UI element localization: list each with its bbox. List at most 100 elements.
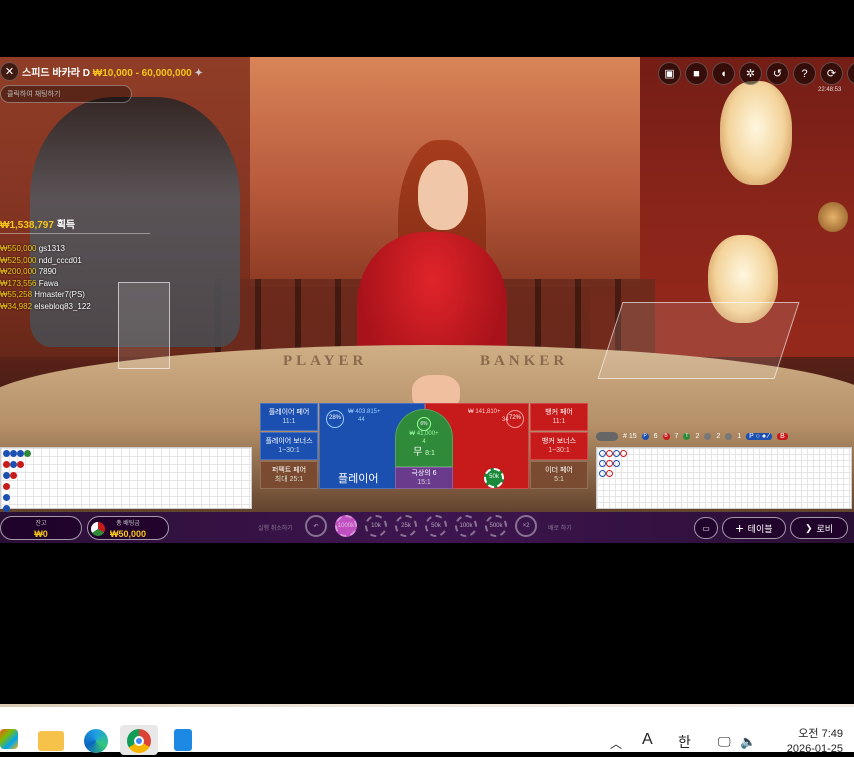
help-icon[interactable]: ? — [793, 62, 816, 85]
copilot-icon[interactable] — [0, 729, 18, 749]
folder-icon[interactable] — [38, 731, 64, 751]
big-road[interactable] — [596, 447, 852, 509]
total-bet-display: 총 배팅금 ₩50,000 — [87, 516, 169, 540]
winner-row: ₩34,982 elsebloq83_122 — [0, 301, 91, 311]
player-bettors: 44 — [358, 417, 365, 423]
bet-label: 플레이어 보너스 — [265, 437, 313, 445]
clock-date: 2026-01-25 — [786, 743, 843, 755]
winner-row: ₩550,000 gs1313 — [0, 244, 65, 253]
banker-wins: 7 — [674, 433, 679, 440]
chip-button[interactable]: 25k — [395, 515, 417, 537]
player-pair-icon — [704, 433, 712, 440]
chat-bubble-icon[interactable]: ▭ — [694, 517, 718, 539]
bet-banker-pair[interactable]: 뱅커 페어 11:1 — [530, 403, 588, 431]
tie-percent: 6% — [417, 416, 431, 431]
tie-odds: 8:1 — [425, 450, 435, 458]
bet-banker-bonus[interactable]: 뱅커 보너스 1~30:1 — [530, 432, 588, 460]
chrome-icon — [127, 729, 151, 753]
chip-button[interactable]: 100k — [455, 515, 477, 537]
banker-total: ₩ 141,810+ — [468, 409, 501, 415]
bet-super6[interactable]: 극상의 6 15:1 — [395, 467, 453, 489]
tables-label: 테이블 — [747, 523, 773, 534]
balance-value: ₩0 — [34, 529, 48, 539]
bet-perfect-pair[interactable]: 퍼펙트 페어 최대 25:1 — [260, 461, 318, 489]
winners-list: ₩550,000 gs1313 ₩525,000 ndd_cccd01 ₩200… — [0, 243, 91, 312]
medallion-icon — [818, 202, 848, 232]
plus-icon: + — [735, 520, 744, 536]
bet-either-pair[interactable]: 이더 페어 5:1 — [530, 461, 588, 489]
bet-player-pair[interactable]: 플레이어 페어 11:1 — [260, 403, 318, 431]
player-wins: 6 — [653, 433, 658, 440]
chip-button[interactable]: 1000k — [335, 515, 357, 537]
undo-label: 실행 취소하기 — [258, 526, 293, 532]
bet-label: 극상의 6 — [411, 469, 437, 477]
bet-label: 퍼펙트 페어 — [271, 466, 307, 474]
winner-row: ₩173,556 Fawa — [0, 278, 59, 288]
lobby-label: 로비 — [816, 523, 834, 534]
refresh-icon[interactable]: ⟳ — [820, 62, 843, 85]
tie-total: ₩ 41,000+ — [409, 430, 439, 437]
bet-odds: 15:1 — [417, 479, 431, 486]
sparkle-icon: ✦ — [194, 68, 203, 79]
bet-odds: 5:1 — [554, 476, 564, 483]
fullscreen-icon[interactable]: ⤢ — [847, 62, 854, 85]
player-label: 플레이어 — [338, 473, 379, 485]
input-mode[interactable]: A — [642, 731, 653, 749]
player-pairs: 2 — [716, 433, 721, 440]
balance-display: 잔고 ₩0 — [0, 516, 82, 540]
winners-suffix: 획득 — [56, 220, 76, 231]
tie-label: 무 — [413, 447, 423, 459]
server-time: 22:48:53 — [818, 87, 842, 93]
top-controls: ▣ ■ ◖ ✲ ↺ ? ⟳ ⤢ — [658, 62, 854, 85]
card-shoe — [118, 282, 170, 369]
undo-icon[interactable]: ↶ — [305, 515, 327, 537]
notepad-icon[interactable] — [174, 729, 192, 751]
bet-label: 이더 페어 — [545, 466, 573, 474]
player-dot-icon: P — [641, 433, 649, 440]
tie-count: 2 — [695, 433, 700, 440]
network-icon[interactable]: 🖵 — [718, 734, 731, 750]
bead-road[interactable] — [0, 447, 252, 523]
lobby-button[interactable]: ❯ 로비 — [790, 517, 848, 539]
table-banker-label: BANKER — [480, 353, 569, 369]
double-button[interactable]: ×2 — [515, 515, 537, 537]
bet-player-bonus[interactable]: 플레이어 보너스 1~30:1 — [260, 432, 318, 460]
chip-button[interactable]: 10k — [365, 515, 387, 537]
bet-tie[interactable]: 6% ₩ 41,000+ 4 무 8:1 — [395, 409, 453, 467]
chip-tray: ↶ 1000k 10k 25k 50k 100k 500k ×2 — [305, 515, 537, 537]
volume-icon[interactable]: ◖ — [712, 62, 735, 85]
winners-total: ₩1,538,797 — [0, 220, 54, 231]
chat-icon[interactable]: ▣ — [658, 62, 681, 85]
banker-ask-button[interactable]: B — [777, 433, 788, 440]
table-title: 스피드 바카라 D ₩10,000 - 60,000,000 ✦ — [22, 64, 203, 79]
banker-pairs: 1 — [737, 433, 742, 440]
ime-mode[interactable]: 한 — [678, 732, 691, 752]
banker-pair-icon — [725, 433, 733, 440]
bet-label: 플레이어 페어 — [268, 408, 310, 416]
clock-time: 오전 7:49 — [798, 728, 843, 740]
winner-row: ₩525,000 ndd_cccd01 — [0, 255, 82, 265]
banker-bettors: 34 — [502, 417, 509, 423]
close-button[interactable]: ✕ — [0, 62, 19, 81]
bet-limits: ₩10,000 - 60,000,000 — [92, 68, 192, 79]
settings-icon[interactable]: ✲ — [739, 62, 762, 85]
bet-odds: 11:1 — [282, 418, 296, 425]
chip-button[interactable]: 500k — [485, 515, 507, 537]
placed-chip: 50k — [484, 468, 504, 488]
chevron-up-icon[interactable]: ︿ — [610, 735, 622, 752]
video-icon[interactable]: ■ — [685, 62, 708, 85]
player-percent: 28% — [326, 410, 344, 428]
player-ask-button[interactable]: P ○ ● ⁄ — [746, 433, 773, 440]
winner-row: ₩200,000 7890 — [0, 267, 57, 276]
toggle-icon[interactable] — [596, 432, 618, 441]
discard-tray — [597, 302, 800, 379]
chip-button[interactable]: 50k — [425, 515, 447, 537]
chat-input[interactable]: 클릭하여 채팅하기 — [0, 85, 132, 103]
game-name: 스피드 바카라 D — [22, 68, 90, 79]
speaker-icon[interactable]: 🔈 — [740, 734, 756, 750]
history-icon[interactable]: ↺ — [766, 62, 789, 85]
tables-button[interactable]: + 테이블 — [722, 517, 786, 539]
edge-icon[interactable] — [84, 729, 108, 753]
system-clock[interactable]: 오전 7:49 2026-01-25 — [773, 727, 843, 757]
chrome-taskbar-button[interactable] — [120, 725, 158, 755]
